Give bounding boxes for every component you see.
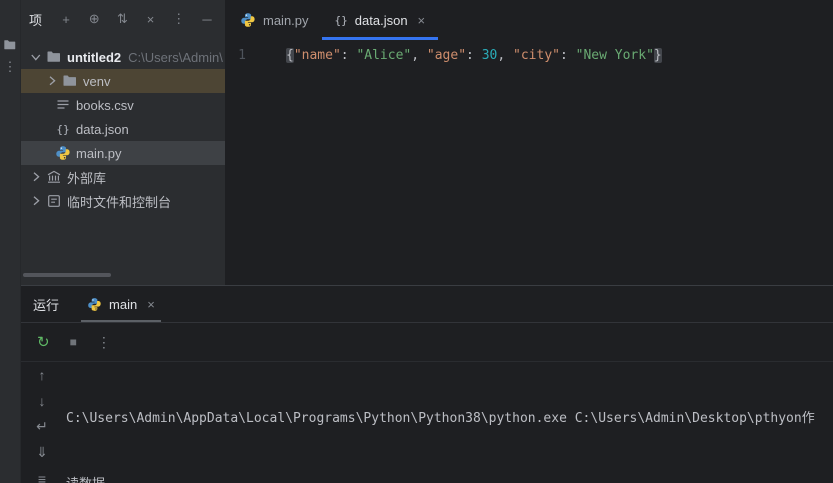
tree-label: main.py	[76, 145, 122, 161]
chevron-right-icon[interactable]	[29, 194, 43, 208]
project-path: C:\Users\Admin\	[128, 49, 223, 65]
run-toolbar: ↻ ■ ⋮	[21, 323, 833, 362]
rerun-icon[interactable]: ↻	[37, 333, 50, 351]
chevron-down-icon[interactable]	[29, 50, 43, 64]
chevron-right-icon[interactable]	[45, 74, 59, 88]
more-tool-windows-icon[interactable]: ⋮	[0, 56, 20, 78]
python-file-icon	[241, 13, 255, 27]
python-file-icon	[88, 297, 101, 311]
add-icon[interactable]: +	[58, 12, 74, 27]
active-run-tab-indicator	[81, 320, 161, 322]
python-file-icon	[55, 145, 71, 161]
expand-collapse-icon[interactable]: ⇅	[114, 11, 130, 27]
tab-main-py[interactable]: main.py	[227, 0, 322, 40]
tree-label: 外部库	[67, 170, 107, 186]
editor-tab-bar: main.py {} data.json ×	[225, 0, 833, 40]
tree-row-untitled2[interactable]: untitled2 C:\Users\Admin\	[21, 45, 225, 69]
console-line: 读数据	[66, 474, 833, 483]
soft-wrap-icon[interactable]: ↵	[36, 418, 48, 435]
code-editor[interactable]: 1 {"name": "Alice", "age": 30, "city": "…	[225, 45, 833, 65]
tree-row-main-py[interactable]: main.py	[21, 141, 225, 165]
tree-label: data.json	[76, 121, 129, 137]
run-panel-header: 运行 main ×	[21, 286, 833, 323]
up-stack-trace-icon[interactable]: ↑	[39, 366, 46, 383]
console-line: C:\Users\Admin\AppData\Local\Programs\Py…	[66, 411, 815, 426]
tree-row-books-csv[interactable]: books.csv	[21, 93, 225, 117]
run-panel-title: 运行	[33, 297, 60, 313]
scroll-to-end-icon[interactable]: ⇓	[36, 444, 48, 461]
project-tree: untitled2 C:\Users\Admin\ venv books.csv…	[21, 45, 225, 213]
tree-label: untitled2	[67, 49, 122, 65]
code-text: {"name": "Alice", "age": 30, "city": "Ne…	[286, 47, 662, 63]
project-panel-title: 项	[29, 12, 43, 28]
collapse-all-icon[interactable]: ×	[143, 12, 159, 27]
scratches-icon	[46, 193, 62, 209]
project-panel-header: 项 + ⊕ ⇅ × ⋮ ─	[21, 0, 225, 38]
code-line-1: 1 {"name": "Alice", "age": 30, "city": "…	[225, 45, 833, 65]
ide-window: ⋮ 项 + ⊕ ⇅ × ⋮ ─ untitled2 C:\Users\Admin…	[0, 0, 833, 483]
json-file-icon: {}	[56, 122, 70, 136]
run-tab-label: main	[109, 296, 138, 312]
folder-icon	[4, 40, 16, 50]
tree-label: books.csv	[76, 97, 134, 113]
project-toolbar: + ⊕ ⇅ × ⋮ ─	[58, 11, 215, 27]
more-options-icon[interactable]: ⋮	[97, 334, 111, 351]
tree-row-data-json[interactable]: {} data.json	[21, 117, 225, 141]
hide-panel-icon[interactable]: ─	[199, 12, 215, 27]
run-tab-main[interactable]: main ×	[75, 286, 167, 322]
project-panel: 项 + ⊕ ⇅ × ⋮ ─ untitled2 C:\Users\Admin\	[21, 0, 225, 285]
editor-area: main.py {} data.json × 1 {"name": "Alice…	[225, 0, 833, 285]
tab-label: main.py	[263, 12, 309, 28]
json-file-icon: {}	[334, 13, 348, 27]
tree-label: venv	[83, 73, 111, 89]
activity-bar: ⋮	[0, 0, 21, 483]
console-output[interactable]: C:\Users\Admin\AppData\Local\Programs\Py…	[66, 364, 833, 483]
folder-icon	[62, 73, 78, 89]
tree-row-venv[interactable]: venv	[21, 69, 225, 93]
tab-label: data.json	[354, 12, 408, 28]
more-options-icon[interactable]: ⋮	[171, 11, 187, 27]
folder-icon	[46, 49, 62, 65]
stop-icon[interactable]: ■	[70, 335, 77, 349]
run-panel: 运行 main × ↻ ■ ⋮ ↑ ↓ ↵ ⇓ ≡ C:\Users\Admin…	[21, 285, 833, 483]
locate-file-icon[interactable]: ⊕	[86, 11, 102, 27]
project-tool-window-icon[interactable]	[0, 34, 20, 56]
down-stack-trace-icon[interactable]: ↓	[39, 392, 46, 409]
close-icon[interactable]: ×	[147, 297, 155, 312]
close-icon[interactable]: ×	[418, 13, 426, 28]
horizontal-scrollbar[interactable]	[23, 273, 111, 277]
csv-file-icon	[55, 97, 71, 113]
tree-label: 临时文件和控制台	[67, 194, 172, 210]
chevron-right-icon[interactable]	[29, 170, 43, 184]
console-gutter: ↑ ↓ ↵ ⇓ ≡	[21, 366, 63, 483]
tree-row-scratches[interactable]: 临时文件和控制台	[21, 189, 225, 213]
console-area: ↑ ↓ ↵ ⇓ ≡ C:\Users\Admin\AppData\Local\P…	[21, 362, 833, 483]
tab-data-json[interactable]: {} data.json ×	[321, 0, 439, 40]
console-settings-icon[interactable]: ≡	[38, 470, 46, 483]
active-tab-indicator	[321, 37, 439, 40]
line-number: 1	[238, 47, 246, 63]
libraries-icon	[46, 169, 62, 185]
tree-row-external-libraries[interactable]: 外部库	[21, 165, 225, 189]
